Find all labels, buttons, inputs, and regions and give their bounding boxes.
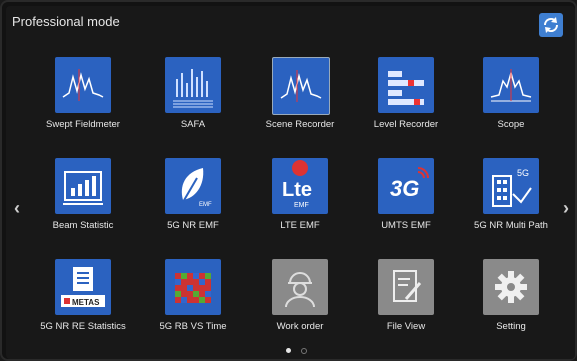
app-setting[interactable]: Setting bbox=[456, 259, 566, 349]
app-5g-nr-re-statistics[interactable]: METAS 5G NR RE Statistics bbox=[28, 259, 138, 349]
app-label: UMTS EMF bbox=[381, 220, 431, 231]
bar-chart-icon bbox=[55, 158, 111, 214]
app-safa[interactable]: SAFA bbox=[138, 57, 248, 147]
level-recorder-icon bbox=[378, 57, 434, 113]
app-label: 5G RB VS Time bbox=[159, 321, 227, 332]
app-beam-statistic[interactable]: Beam Statistic bbox=[28, 158, 138, 248]
app-label: 5G NR EMF bbox=[167, 220, 219, 231]
app-5g-nr-emf[interactable]: EMF 5G NR EMF bbox=[138, 158, 248, 248]
gear-icon bbox=[483, 259, 539, 315]
app-label: Scope bbox=[497, 119, 525, 130]
app-scope[interactable]: Scope bbox=[456, 57, 566, 147]
3g-icon: 3G bbox=[378, 158, 434, 214]
file-edit-icon bbox=[378, 259, 434, 315]
metas-icon: METAS bbox=[55, 259, 111, 315]
app-label: Level Recorder bbox=[373, 119, 439, 130]
app-label: LTE EMF bbox=[280, 220, 320, 231]
app-label: Swept Fieldmeter bbox=[46, 119, 120, 130]
page-title: Professional mode bbox=[12, 14, 120, 29]
umts-text: 3G bbox=[390, 176, 419, 201]
app-swept-fieldmeter[interactable]: Swept Fieldmeter bbox=[28, 57, 138, 147]
app-label: Beam Statistic bbox=[52, 220, 114, 231]
building-5g-icon: 5G bbox=[483, 158, 539, 214]
waveform-icon bbox=[272, 57, 330, 115]
app-label: 5G NR RE Statistics bbox=[40, 321, 126, 332]
app-label: File View bbox=[386, 321, 426, 332]
app-level-recorder[interactable]: Level Recorder bbox=[351, 57, 461, 147]
worker-icon bbox=[272, 259, 328, 315]
lte-text: Lte bbox=[282, 179, 312, 201]
emf-text: EMF bbox=[199, 202, 212, 208]
app-label: 5G NR Multi Path bbox=[474, 220, 548, 231]
page-dot-active[interactable] bbox=[286, 348, 291, 353]
device-frame: Professional mode ‹ › Swept Fieldmeter S… bbox=[0, 0, 577, 361]
app-file-view[interactable]: File View bbox=[351, 259, 461, 349]
app-scene-recorder[interactable]: Scene Recorder bbox=[245, 57, 355, 147]
app-5g-nr-multi-path[interactable]: 5G 5G NR Multi Path bbox=[456, 158, 566, 248]
5g-text: 5G bbox=[517, 168, 529, 178]
screen: Professional mode ‹ › Swept Fieldmeter S… bbox=[6, 6, 575, 359]
app-label: Work order bbox=[276, 321, 324, 332]
app-work-order[interactable]: Work order bbox=[245, 259, 355, 349]
lte-icon: Lte EMF bbox=[272, 158, 328, 214]
metas-text: METAS bbox=[72, 298, 100, 307]
spectrum-bars-icon bbox=[165, 57, 221, 113]
chevron-left-icon[interactable]: ‹ bbox=[14, 198, 20, 219]
waveform-icon bbox=[55, 57, 111, 113]
refresh-button[interactable] bbox=[539, 13, 563, 37]
app-lte-emf[interactable]: Lte EMF LTE EMF bbox=[245, 158, 355, 248]
app-umts-emf[interactable]: 3G UMTS EMF bbox=[351, 158, 461, 248]
lte-sub-text: EMF bbox=[294, 202, 309, 209]
app-label: Setting bbox=[496, 321, 526, 332]
heatmap-icon bbox=[165, 259, 221, 315]
scope-icon bbox=[483, 57, 539, 113]
leaf-icon: EMF bbox=[165, 158, 221, 214]
app-label: Scene Recorder bbox=[265, 119, 335, 130]
page-dot[interactable] bbox=[301, 348, 307, 354]
refresh-icon bbox=[543, 17, 559, 33]
app-5g-rb-vs-time[interactable]: 5G RB VS Time bbox=[138, 259, 248, 349]
app-label: SAFA bbox=[180, 119, 206, 130]
